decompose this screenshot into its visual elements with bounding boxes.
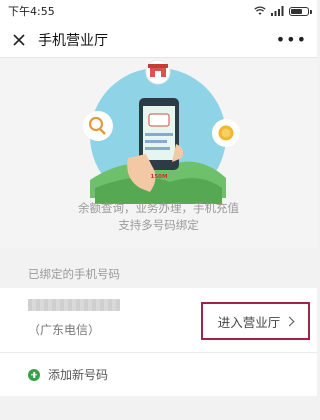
enter-service-hall-button[interactable]: 进入营业厅	[201, 302, 310, 340]
close-icon[interactable]	[10, 31, 28, 49]
add-number-row[interactable]: 添加新号码	[0, 352, 317, 396]
add-number-label: 添加新号码	[48, 368, 109, 382]
battery-icon	[289, 6, 312, 16]
carrier-label: （广东电信）	[28, 323, 101, 337]
add-circle-icon	[28, 368, 40, 381]
masked-phone-number	[28, 299, 120, 311]
hero-line-2: 支持多号码绑定	[118, 218, 199, 232]
phone-screen-badge: 150M	[150, 174, 168, 180]
page-title: 手机营业厅	[38, 32, 108, 49]
hero-description: 余额查询，业务办理，手机充值 支持多号码绑定	[0, 200, 317, 234]
status-bar: 下午4:55	[0, 0, 317, 22]
nav-bar: 手机营业厅 •••	[0, 22, 317, 58]
hero-line-1: 余额查询，业务办理，手机充值	[78, 201, 239, 215]
more-icon[interactable]: •••	[276, 30, 307, 49]
status-time: 下午4:55	[8, 5, 55, 18]
hero-illustration	[83, 59, 240, 204]
status-icons	[254, 6, 312, 16]
bound-numbers-label: 已绑定的手机号码	[28, 267, 120, 281]
signal-icon	[271, 6, 284, 16]
bound-number-card: （广东电信） 进入营业厅	[0, 288, 317, 352]
page-bottom	[0, 396, 317, 420]
wifi-icon	[254, 6, 266, 15]
enter-button-label: 进入营业厅	[217, 314, 281, 330]
chevron-right-icon	[284, 316, 295, 327]
